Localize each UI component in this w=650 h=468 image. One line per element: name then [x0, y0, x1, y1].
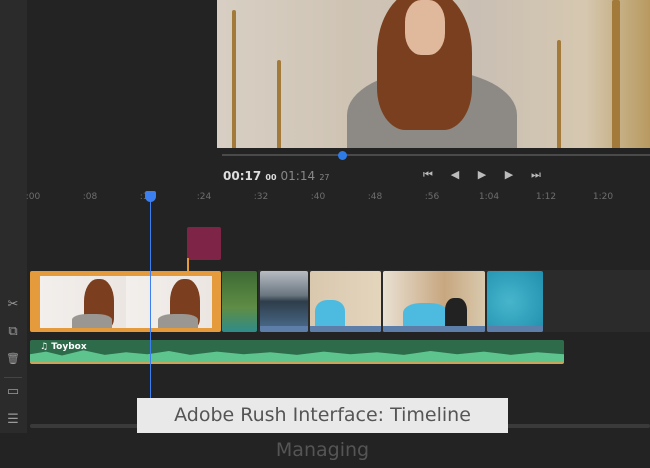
title-clip[interactable] — [187, 227, 221, 260]
clip-connector — [187, 258, 189, 272]
divider — [4, 377, 22, 378]
clip-selfie-2[interactable] — [383, 271, 485, 332]
trash-icon[interactable]: 🗑 — [4, 350, 22, 368]
duplicate-icon[interactable]: ⧉ — [4, 323, 22, 341]
play-button[interactable]: ▶ — [474, 168, 490, 182]
clip-selfie-1[interactable] — [310, 271, 381, 332]
selected-clip[interactable] — [30, 271, 221, 332]
ruler-tick: 1:12 — [535, 192, 557, 202]
audio-clip[interactable]: ♫ Toybox — [30, 340, 564, 364]
step-forward-button[interactable]: ▶ — [501, 168, 517, 182]
audio-clip-label: ♫ Toybox — [40, 342, 87, 352]
go-to-end-button[interactable]: ⏭ — [528, 168, 544, 182]
step-back-button[interactable]: ◀ — [447, 168, 463, 182]
playhead-handle[interactable] — [145, 191, 156, 202]
ruler-tick: :00 — [25, 192, 41, 202]
ruler-tick: :56 — [424, 192, 440, 202]
clip-sea[interactable] — [487, 271, 543, 332]
preview-scrubber[interactable] — [222, 154, 650, 156]
ruler-tick: :24 — [196, 192, 212, 202]
track-icon[interactable]: ▭ — [4, 383, 22, 401]
scissors-icon[interactable]: ✂ — [4, 296, 22, 314]
tool-sidebar — [0, 0, 27, 433]
ruler-tick: :40 — [310, 192, 326, 202]
clip-forest[interactable] — [222, 271, 257, 332]
scrubber-handle[interactable] — [337, 151, 347, 160]
caption-banner: Adobe Rush Interface: Timeline Managing — [137, 398, 508, 461]
video-preview — [217, 0, 650, 148]
timecode: 00:17 00 01:14 27 — [223, 169, 330, 183]
list-icon[interactable]: ☰ — [4, 411, 22, 429]
ruler-tick: :48 — [367, 192, 383, 202]
ruler-tick: 1:04 — [478, 192, 500, 202]
ruler-tick: 1:20 — [592, 192, 614, 202]
clip-lake[interactable] — [260, 271, 308, 332]
audio-waveform — [30, 350, 564, 362]
ruler-tick: :32 — [253, 192, 269, 202]
go-to-start-button[interactable]: ⏮ — [420, 168, 436, 182]
ruler-tick: :08 — [82, 192, 98, 202]
